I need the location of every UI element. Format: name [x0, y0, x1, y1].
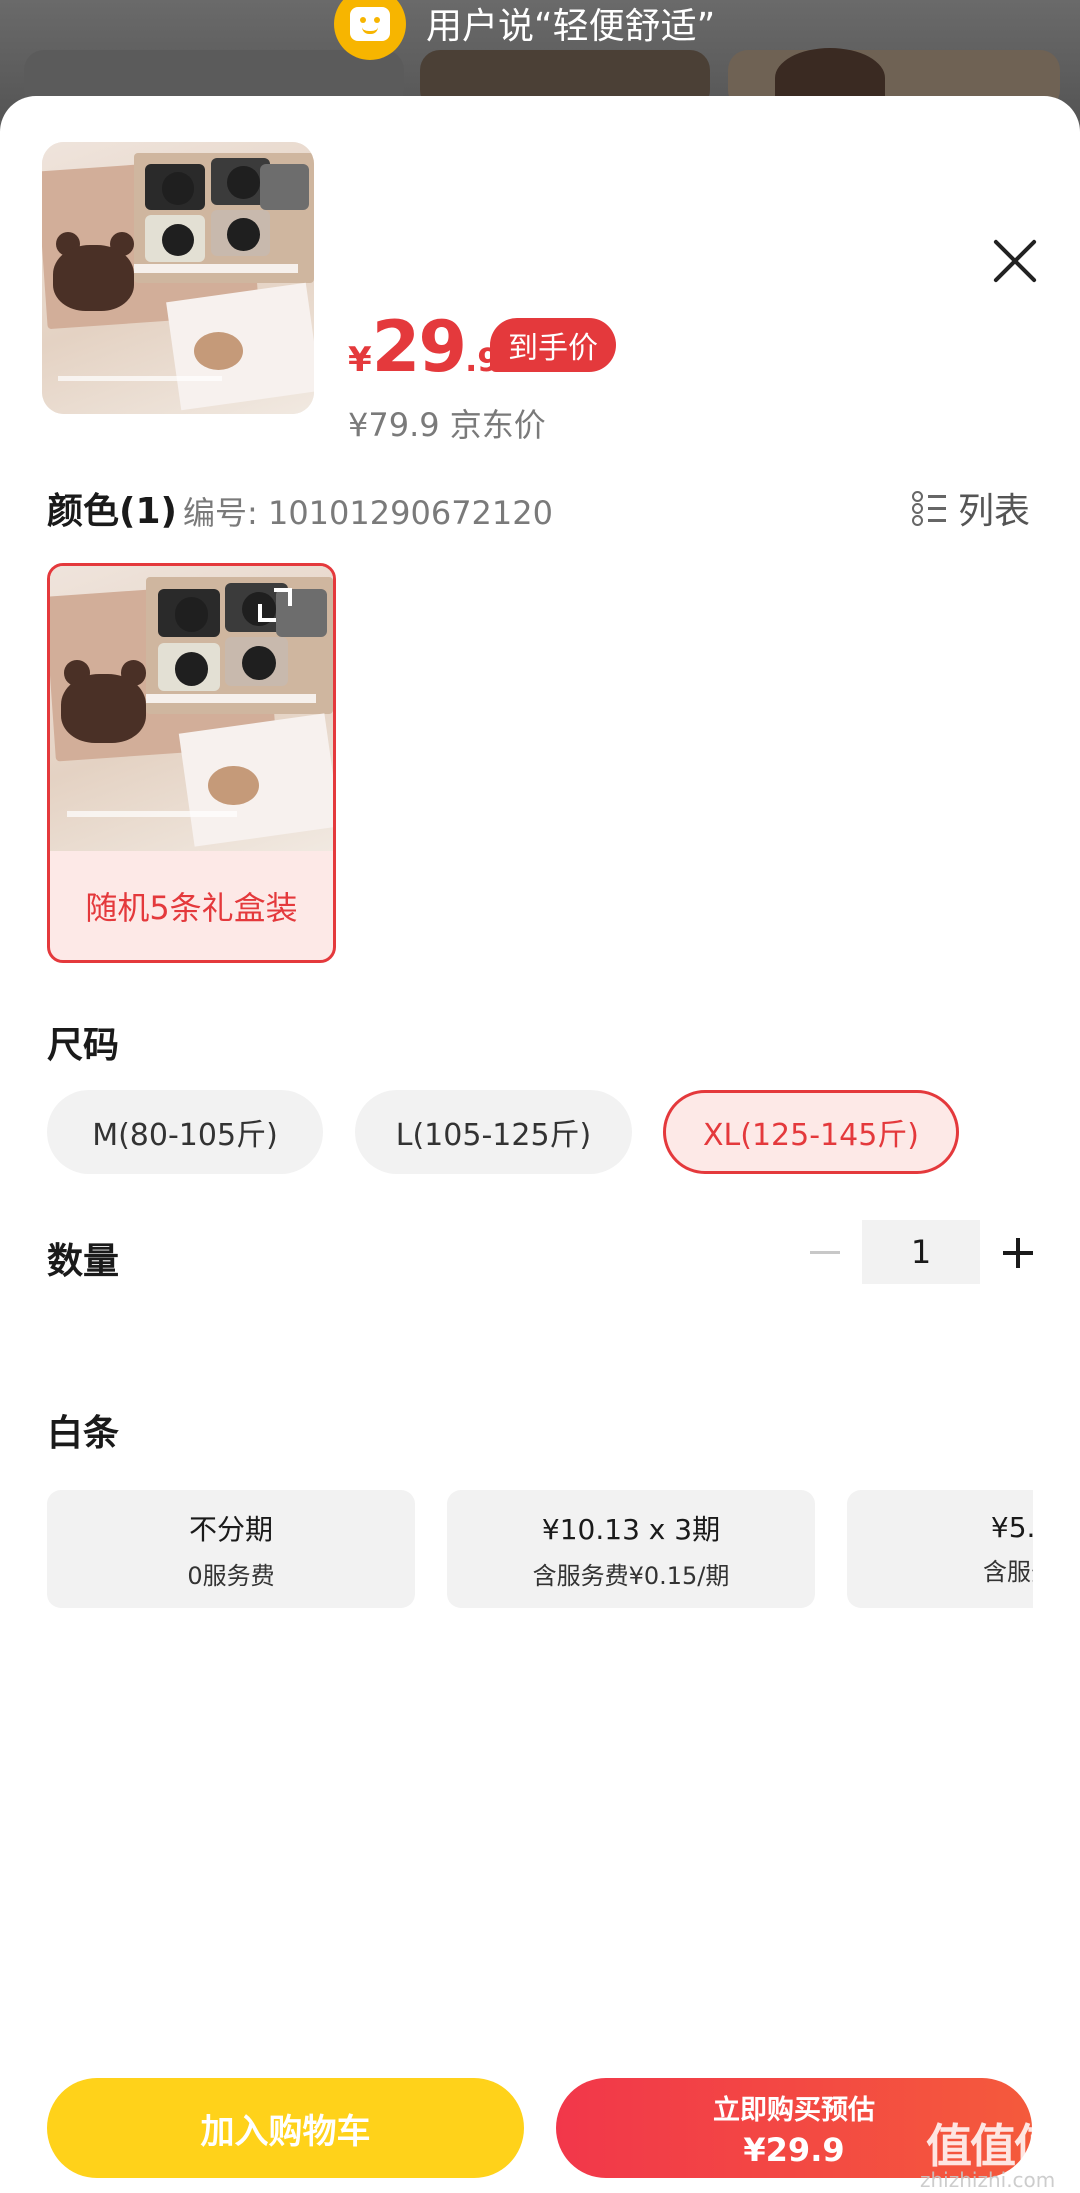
size-section-title: 尺码	[47, 1025, 120, 1066]
baitiao-section-title: 白条	[47, 1413, 120, 1454]
list-view-label: 列表	[958, 491, 1031, 532]
installment-amount: ¥10.13 x 3期	[541, 1512, 721, 1546]
installment-option[interactable]: 不分期 0服务费	[47, 1490, 415, 1608]
final-price: ¥ 29 .9	[348, 306, 500, 388]
installment-amount: ¥5.15	[990, 1511, 1033, 1544]
price-integer: 29	[371, 306, 467, 388]
installment-fee: 含服务费¥0.15/期	[532, 1561, 730, 1590]
add-to-cart-button[interactable]: 加入购物车	[47, 2078, 524, 2178]
review-toast: 用户说“轻便舒适”	[334, 0, 715, 60]
color-option-selected[interactable]: 随机5条礼盒装	[47, 563, 336, 963]
quantity-section-title: 数量	[47, 1241, 120, 1282]
increase-quantity-button[interactable]	[1003, 1238, 1033, 1268]
quantity-input[interactable]: 1	[862, 1220, 980, 1284]
size-option-l[interactable]: L(105-125斤)	[355, 1090, 632, 1174]
buy-now-label: 立即购买预估	[713, 2094, 875, 2126]
installment-fee: 含服务费	[983, 1558, 1033, 1586]
original-price: ¥79.9 京东价	[348, 406, 546, 444]
installment-options: 不分期 0服务费 ¥10.13 x 3期 含服务费¥0.15/期 ¥5.15 含…	[47, 1490, 1033, 1610]
toast-text: 用户说“轻便舒适”	[426, 6, 716, 47]
close-icon[interactable]	[990, 236, 1040, 286]
installment-amount: 不分期	[188, 1512, 273, 1546]
size-option-m[interactable]: M(80-105斤)	[47, 1090, 323, 1174]
decrease-quantity-button[interactable]	[810, 1251, 840, 1254]
watermark-url: zhizhizhi.com	[920, 2168, 1056, 2192]
list-icon	[912, 491, 946, 526]
installment-option[interactable]: ¥10.13 x 3期 含服务费¥0.15/期	[447, 1490, 815, 1608]
product-code: 编号: 10101290672120	[183, 494, 553, 532]
color-option-label: 随机5条礼盒装	[85, 888, 298, 927]
sku-selector-sheet: ¥ 29 .9 到手价 ¥79.9 京东价 颜色(1) 编号: 10101290…	[0, 96, 1080, 2193]
installment-option[interactable]: ¥5.15 含服务费	[847, 1490, 1033, 1608]
product-thumbnail[interactable]	[42, 142, 314, 414]
size-option-xl-selected[interactable]: XL(125-145斤)	[663, 1090, 959, 1174]
installment-fee: 0服务费	[187, 1561, 275, 1590]
chat-smile-icon	[334, 0, 406, 60]
buy-now-price: ¥29.9	[743, 2130, 845, 2169]
expand-icon[interactable]	[258, 588, 292, 622]
price-tag: 到手价	[490, 318, 616, 372]
currency-symbol: ¥	[348, 340, 372, 380]
color-section-title: 颜色(1)	[47, 491, 177, 532]
list-view-button[interactable]: 列表	[912, 482, 1030, 534]
watermark-logo: 值值值	[926, 2119, 1060, 2173]
